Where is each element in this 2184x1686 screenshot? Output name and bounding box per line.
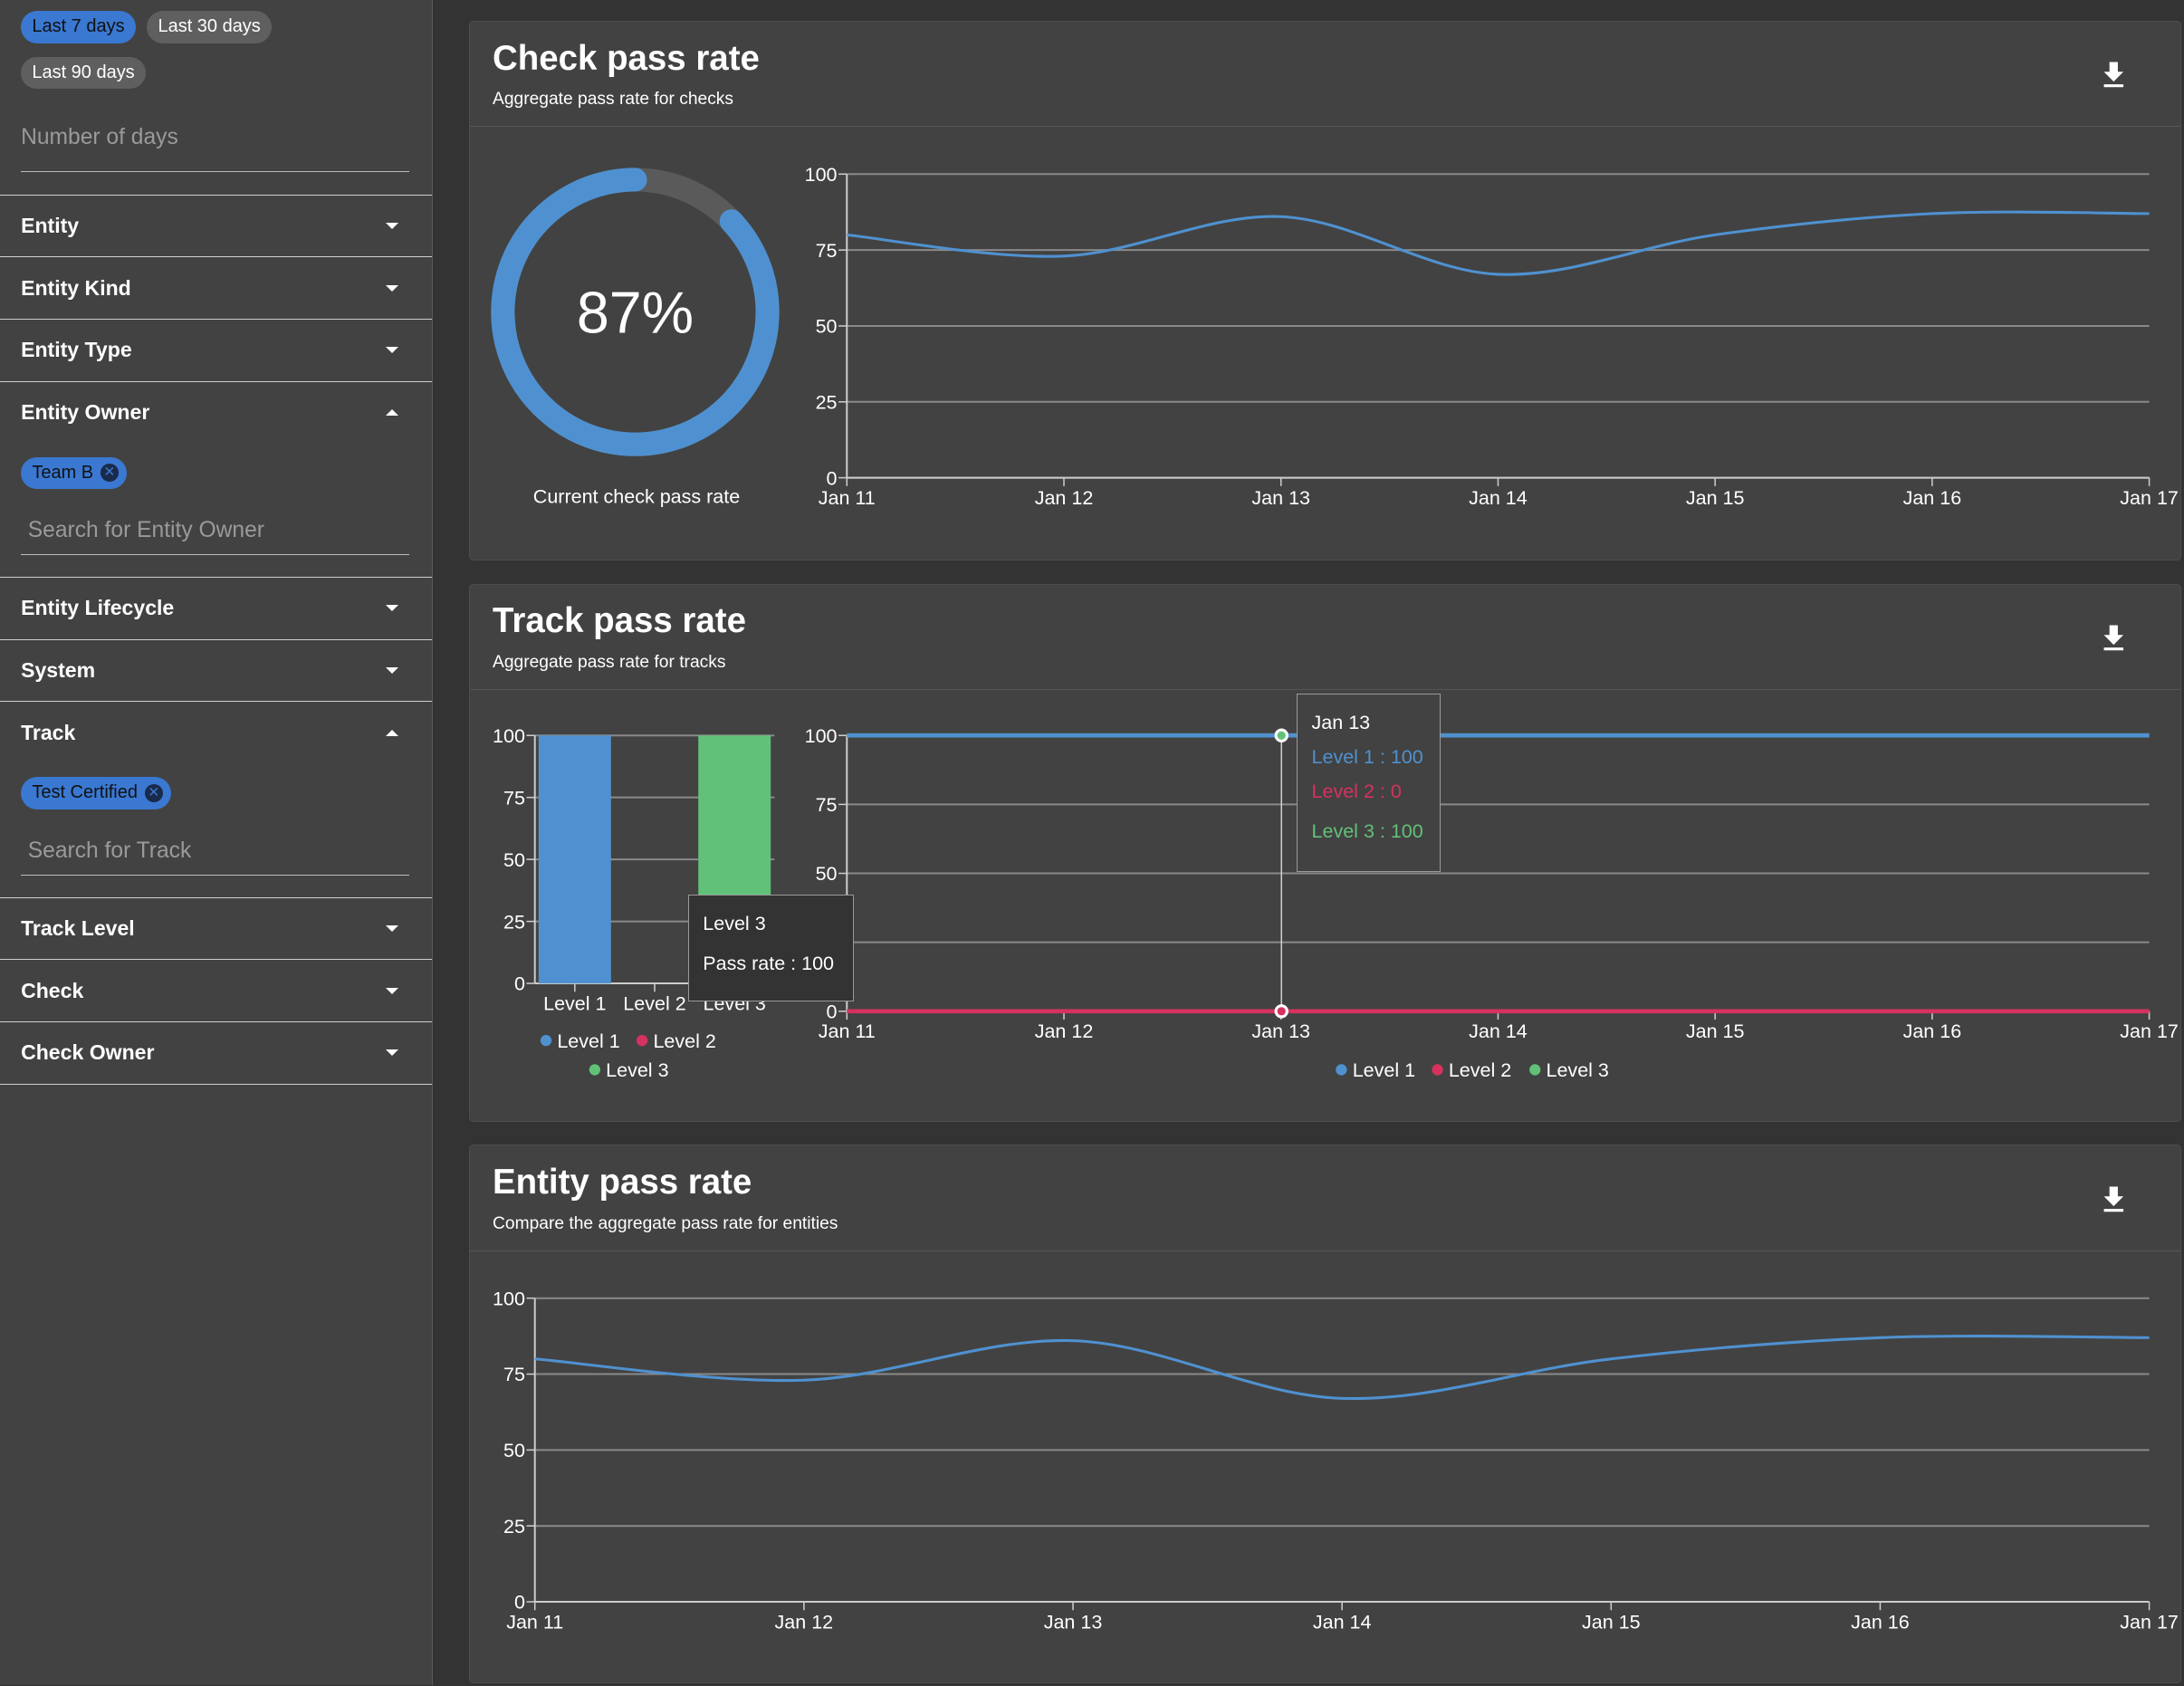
chevron-down-icon: [385, 1049, 398, 1056]
filter-entity-lifecycle: Entity Lifecycle: [0, 578, 432, 640]
chevron-down-icon: [385, 605, 398, 611]
filter-label: Track Level: [21, 915, 135, 940]
tooltip-title: Level 3: [703, 912, 766, 934]
chevron-down-icon: [385, 924, 398, 932]
chevron-up-icon: [385, 409, 398, 416]
filter-sidebar: Last 7 days Last 30 days Last 90 days En…: [0, 0, 433, 1686]
check-pass-rate-card: Check pass rate Aggregate pass rate for …: [469, 21, 2182, 560]
line-tooltip: Jan 13 Level 1 : 100 Level 2 : 0 Level 3…: [1297, 694, 1442, 873]
card-subtitle: Aggregate pass rate for tracks: [493, 652, 726, 672]
selected-chip: Test Certified ✕: [21, 777, 171, 809]
filter-label: Entity Type: [21, 338, 132, 362]
filter-label: Entity Owner: [21, 399, 150, 424]
divider: [470, 1250, 2181, 1251]
filter-header[interactable]: Entity Kind: [0, 257, 432, 319]
chevron-down-icon: [385, 284, 398, 292]
tooltip-level-2: Level 2 : 0: [1311, 780, 1402, 802]
filter-check: Check: [0, 960, 432, 1022]
filter-body: Team B ✕: [0, 443, 432, 577]
filter-entity-type: Entity Type: [0, 320, 432, 382]
filter-system: System: [0, 640, 432, 703]
chevron-down-icon: [385, 347, 398, 353]
chevron-down-icon: [385, 987, 398, 994]
filter-list: Entity Entity Kind Entity Type Entity Ow…: [0, 194, 432, 1085]
filter-header[interactable]: Track Level: [0, 898, 432, 960]
card-title: Track pass rate: [493, 601, 746, 640]
card-subtitle: Compare the aggregate pass rate for enti…: [493, 1213, 838, 1233]
divider: [470, 688, 2181, 690]
filter-label: Entity Lifecycle: [21, 596, 175, 620]
divider: [470, 126, 2181, 128]
card-title: Entity pass rate: [493, 1162, 752, 1202]
filter-header[interactable]: System: [0, 640, 432, 702]
filter-header[interactable]: Check Owner: [0, 1022, 432, 1084]
card-title: Check pass rate: [493, 38, 760, 78]
entity-owner-search-input[interactable]: [27, 515, 410, 547]
selected-chip: Team B ✕: [21, 456, 127, 489]
tooltip-level-3: Level 3 : 100: [1311, 820, 1423, 843]
filter-body: Test Certified ✕: [0, 763, 432, 897]
filter-search: [21, 515, 410, 556]
tooltip-level-1: Level 1 : 100: [1311, 745, 1423, 768]
tooltip-title: Jan 13: [1311, 712, 1371, 734]
chevron-down-icon: [385, 666, 398, 674]
entity-pass-rate-card: Entity pass rate Compare the aggregate p…: [469, 1145, 2182, 1683]
filter-track-level: Track Level: [0, 898, 432, 961]
chevron-down-icon: [385, 222, 398, 229]
chip-label: Team B: [32, 462, 94, 483]
chip-label: Test Certified: [32, 782, 138, 803]
filter-header[interactable]: Entity Lifecycle: [0, 578, 432, 639]
track-search-input[interactable]: [27, 835, 410, 867]
number-of-days-field: [21, 122, 410, 172]
filter-entity-kind: Entity Kind: [0, 257, 432, 320]
filter-search: [21, 835, 410, 876]
filter-track: Track Test Certified ✕: [0, 702, 432, 898]
app-root: Last 7 days Last 30 days Last 90 days En…: [0, 0, 2184, 1686]
filter-header[interactable]: Entity Type: [0, 320, 432, 381]
filter-header[interactable]: Check: [0, 960, 432, 1021]
filter-label: System: [21, 657, 96, 682]
card-subtitle: Aggregate pass rate for checks: [493, 90, 734, 110]
filter-entity: Entity: [0, 196, 432, 258]
number-of-days-input[interactable]: [21, 122, 410, 153]
tooltip-value: Pass rate : 100: [703, 953, 834, 975]
date-range-chips: Last 7 days Last 30 days Last 90 days: [0, 0, 300, 90]
filter-label: Track: [21, 720, 76, 744]
remove-chip-icon[interactable]: ✕: [100, 464, 119, 483]
filter-label: Entity Kind: [21, 275, 131, 300]
filter-label: Entity: [21, 213, 80, 237]
chip-last-7-days[interactable]: Last 7 days: [21, 11, 136, 43]
remove-chip-icon[interactable]: ✕: [144, 783, 163, 802]
download-icon[interactable]: [2103, 1185, 2125, 1213]
download-icon[interactable]: [2103, 624, 2125, 652]
filter-header[interactable]: Entity: [0, 196, 432, 257]
chevron-up-icon: [385, 730, 398, 736]
filter-header[interactable]: Track: [0, 702, 432, 763]
chip-last-90-days[interactable]: Last 90 days: [21, 56, 146, 90]
filter-header[interactable]: Entity Owner: [0, 382, 432, 444]
filter-label: Check: [21, 978, 84, 1002]
filter-label: Check Owner: [21, 1040, 155, 1065]
download-icon[interactable]: [2103, 61, 2125, 89]
filter-entity-owner: Entity Owner Team B ✕: [0, 382, 432, 578]
chip-last-30-days[interactable]: Last 30 days: [147, 11, 273, 43]
filter-check-owner: Check Owner: [0, 1022, 432, 1085]
bar-tooltip: Level 3 Pass rate : 100: [687, 894, 855, 1002]
